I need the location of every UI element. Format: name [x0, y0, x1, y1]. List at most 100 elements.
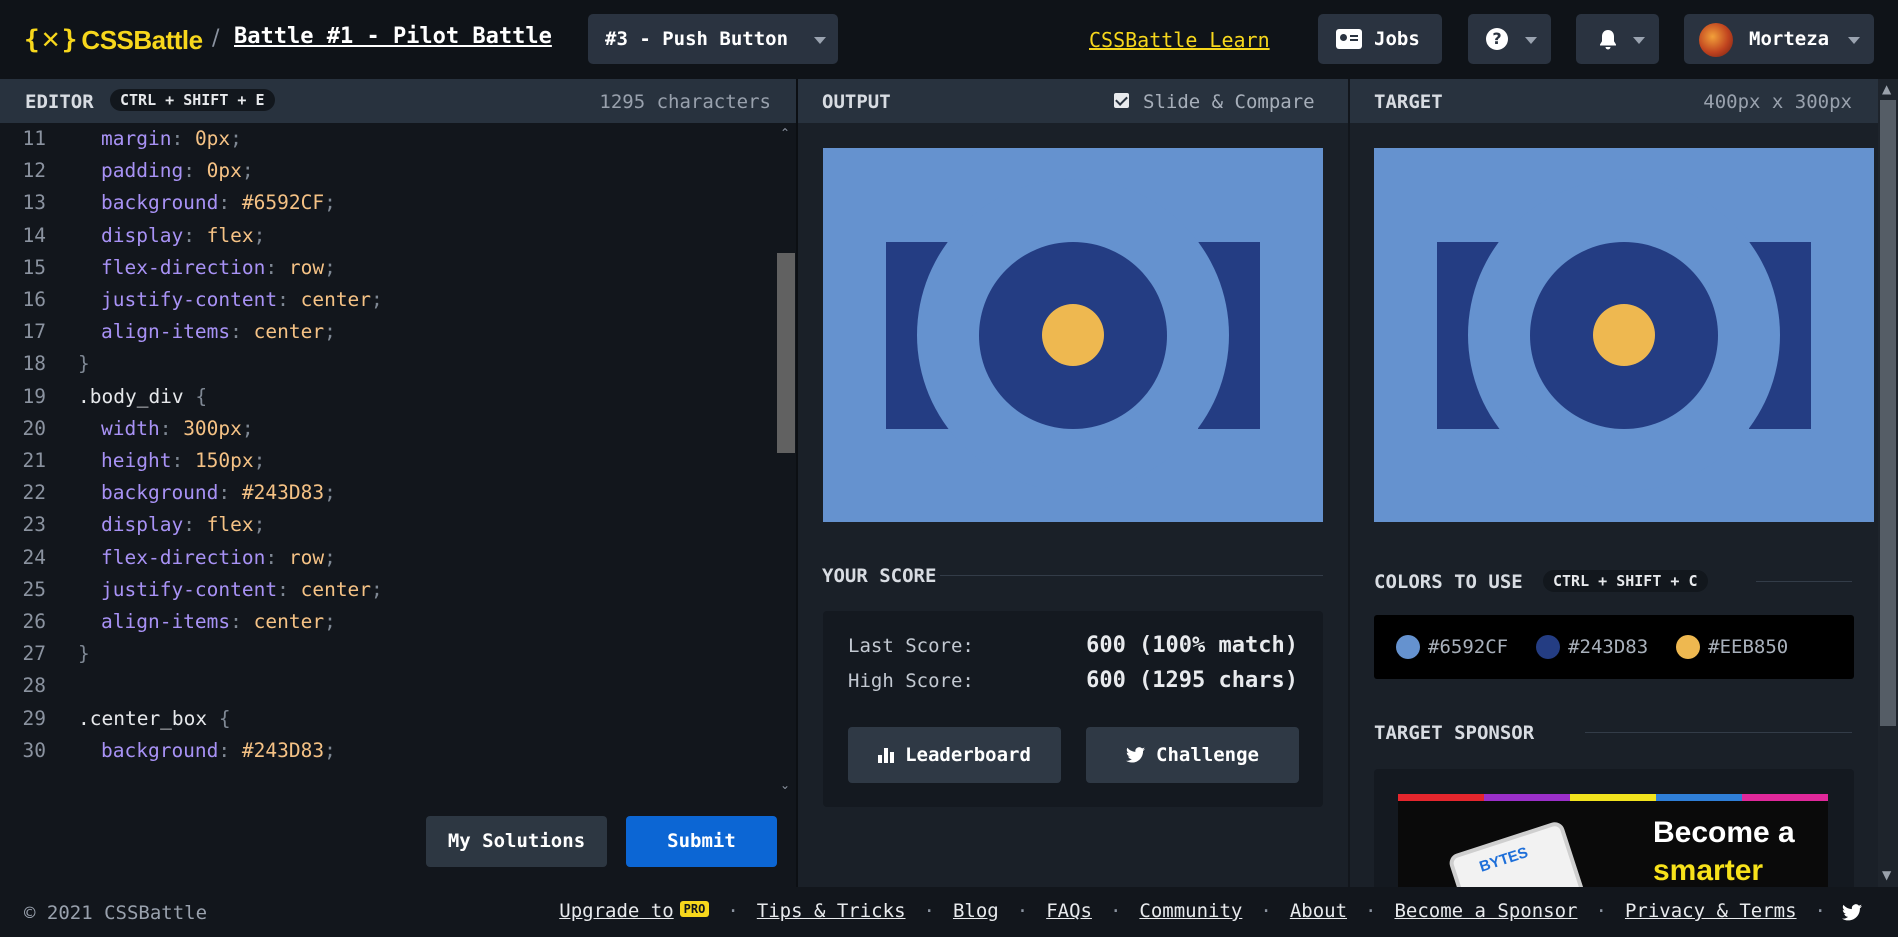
code-line[interactable]: 30 background: #243D83; — [0, 735, 780, 767]
code-text: background: #6592CF; — [101, 187, 336, 219]
battle-title-link[interactable]: Battle #1 - Pilot Battle — [234, 24, 552, 49]
cssbattle-learn-link[interactable]: CSSBattle Learn — [1089, 28, 1270, 52]
code-token: ; — [324, 610, 336, 633]
footer-link[interactable]: Tips & Tricks — [757, 900, 906, 922]
footer-separator: · — [1016, 900, 1029, 922]
code-token: flex-direction — [101, 545, 266, 569]
target-select-dropdown[interactable]: #3 - Push Button — [588, 14, 838, 64]
code-line[interactable]: 24 flex-direction: row; — [0, 542, 780, 574]
target-select-label: #3 - Push Button — [605, 28, 789, 50]
code-token: ; — [324, 320, 336, 344]
output-header: OUTPUT Slide & Compare — [798, 79, 1348, 123]
footer-link[interactable]: Privacy & Terms — [1625, 900, 1797, 922]
jobs-button[interactable]: Jobs — [1318, 14, 1442, 64]
leaderboard-label: Leaderboard — [905, 744, 1031, 766]
page-scroll-up-icon[interactable]: ▲ — [1882, 82, 1891, 96]
code-line[interactable]: 28 — [0, 670, 780, 702]
code-line[interactable]: 11 margin: 0px; — [0, 123, 780, 155]
editor-title: EDITOR — [25, 91, 94, 113]
color-swatch[interactable]: #243D83 — [1536, 635, 1648, 659]
chevron-down-icon — [1848, 37, 1860, 44]
logo-brace-right: } — [61, 25, 78, 55]
output-preview[interactable] — [823, 148, 1323, 522]
code-line[interactable]: 12 padding: 0px; — [0, 155, 780, 187]
footer-separator: · — [1365, 900, 1377, 922]
code-line[interactable]: 27} — [0, 638, 780, 670]
code-token: flex — [206, 223, 254, 247]
footer-separator: · — [1260, 900, 1272, 922]
scroll-up-icon[interactable]: ⌃ — [780, 126, 792, 140]
slide-compare-label[interactable]: Slide & Compare — [1143, 91, 1315, 113]
code-text: height: 150px; — [101, 445, 265, 477]
pro-badge: PRO — [679, 901, 710, 917]
code-line[interactable]: 13 background: #6592CF; — [0, 187, 780, 219]
sponsor-ad-banner[interactable]: BYTES Become a smarter — [1398, 794, 1828, 887]
leaderboard-button[interactable]: Leaderboard — [848, 727, 1061, 783]
target-image — [1374, 148, 1874, 522]
code-editor[interactable]: 11 margin: 0px; 12 padding: 0px; 13 backgroun… — [0, 123, 796, 799]
code-line[interactable]: 19 .body_div { — [0, 381, 780, 413]
code-token: ; — [324, 545, 336, 569]
code-line[interactable]: 25 justify-content: center; — [0, 574, 780, 606]
my-solutions-button[interactable]: My Solutions — [426, 816, 607, 867]
footer-link-label: Privacy & Terms — [1624, 900, 1797, 922]
code-line[interactable]: 29 .center_box { — [0, 703, 780, 735]
code-line[interactable]: 16 justify-content: center; — [0, 284, 780, 316]
footer-link[interactable]: Upgrade to PRO — [559, 900, 710, 922]
avatar — [1699, 23, 1733, 57]
user-menu-button[interactable]: Morteza — [1684, 14, 1874, 64]
slide-compare-checkbox[interactable] — [1114, 93, 1129, 108]
target-title: TARGET — [1374, 91, 1443, 113]
code-token: { — [195, 384, 208, 408]
footer-separator: · — [1109, 900, 1122, 922]
target-header: TARGET 400px x 300px — [1350, 79, 1878, 123]
color-swatch[interactable]: #EEB850 — [1676, 635, 1788, 659]
code-text: flex-direction: row; — [101, 542, 336, 574]
code-line[interactable]: 18} — [0, 348, 780, 380]
score-card: Last Score: 600 (100% match) High Score:… — [823, 611, 1323, 807]
button-dot-shape — [1593, 304, 1655, 366]
editor-scrollbar-thumb[interactable] — [777, 253, 795, 453]
footer-link[interactable]: Become a Sponsor — [1394, 900, 1577, 922]
line-number: 16 — [22, 288, 46, 311]
logo-brace-left: { — [24, 25, 40, 55]
code-line[interactable]: 14 display: flex; — [0, 220, 780, 252]
challenge-button[interactable]: Challenge — [1086, 727, 1299, 783]
code-token: center — [300, 288, 372, 311]
code-line[interactable]: 22 background: #243D83; — [0, 477, 780, 509]
code-line[interactable]: 26 align-items: center; — [0, 606, 780, 638]
code-token: ; — [241, 416, 254, 440]
code-token: margin — [101, 127, 172, 150]
twitter-icon[interactable] — [1842, 904, 1862, 921]
id-card-icon — [1336, 29, 1362, 49]
footer-link[interactable]: Community — [1139, 900, 1242, 922]
submit-button[interactable]: Submit — [626, 816, 777, 867]
code-token: 300px — [183, 416, 242, 440]
code-token: ; — [253, 449, 266, 472]
code-line[interactable]: 21 height: 150px; — [0, 445, 780, 477]
page-scroll-down-icon[interactable]: ▼ — [1882, 868, 1891, 882]
cssbattle-logo[interactable]: { ✕ } CSSBattle — [24, 22, 203, 58]
chevron-down-icon — [1633, 37, 1645, 44]
code-token: } — [78, 352, 90, 376]
code-token: : — [218, 738, 242, 762]
scroll-down-icon[interactable]: ⌄ — [780, 778, 792, 792]
editor-scrollbar-track[interactable] — [776, 123, 796, 799]
chevron-down-icon — [814, 37, 826, 44]
notifications-button[interactable] — [1576, 14, 1659, 64]
footer-link[interactable]: Blog — [953, 900, 999, 922]
ad-brand: BYTES — [1477, 844, 1531, 876]
footer-link[interactable]: FAQs — [1046, 900, 1092, 922]
code-token: : — [171, 127, 195, 150]
page-scrollbar-thumb[interactable] — [1880, 100, 1896, 726]
color-hex: #EEB850 — [1708, 636, 1789, 658]
help-menu-button[interactable]: ? — [1468, 14, 1551, 64]
code-line[interactable]: 17 align-items: center; — [0, 316, 780, 348]
color-swatch[interactable]: #6592CF — [1396, 635, 1508, 659]
code-line[interactable]: 23 display: flex; — [0, 509, 780, 541]
line-number: 13 — [22, 191, 46, 215]
ad-headline-line1: Become a — [1653, 816, 1795, 849]
code-line[interactable]: 20 width: 300px; — [0, 413, 780, 445]
code-line[interactable]: 15 flex-direction: row; — [0, 252, 780, 284]
footer-link[interactable]: About — [1290, 900, 1347, 922]
